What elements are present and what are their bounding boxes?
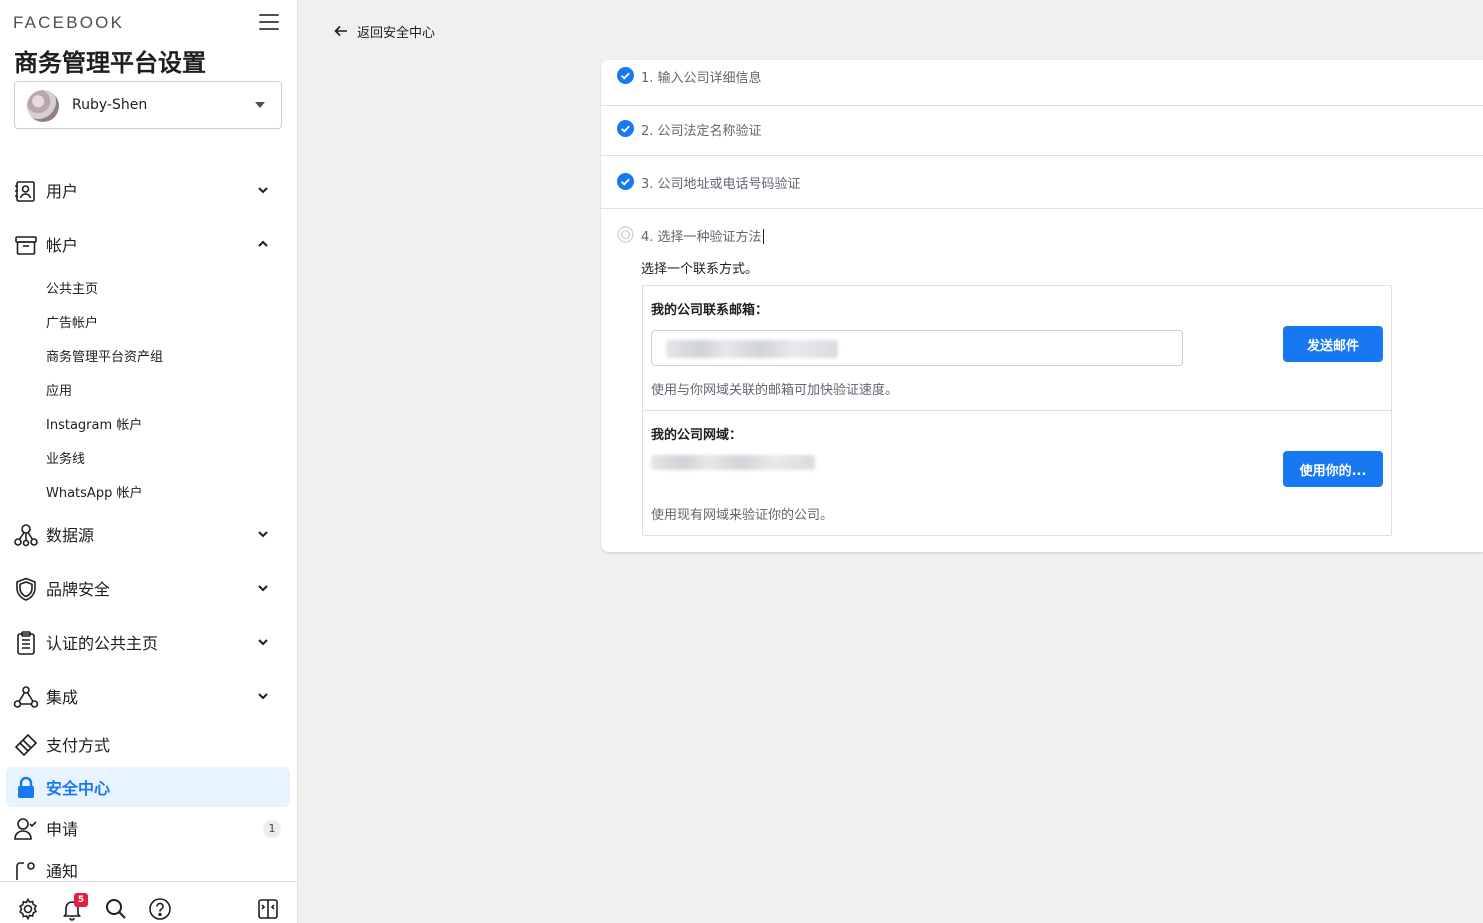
chevron-down-icon xyxy=(256,581,270,595)
step-address-phone[interactable]: 3. 公司地址或电话号码验证 xyxy=(601,156,1483,209)
page-title: 商务管理平台设置 xyxy=(14,43,206,78)
email-field[interactable] xyxy=(651,330,1183,366)
hamburger-menu-icon[interactable] xyxy=(259,14,279,31)
check-circle-icon xyxy=(617,120,634,137)
account-name: Ruby-Shen xyxy=(72,97,147,113)
use-your-domain-button[interactable]: 使用你的... xyxy=(1283,451,1383,487)
step-label: 2. 公司法定名称验证 xyxy=(641,120,762,139)
sidebar-subitem-lines-of-business[interactable]: 业务线 xyxy=(46,448,85,467)
sidebar-item-requests[interactable]: 申请 1 xyxy=(6,808,290,848)
verification-steps-card: 1. 输入公司详细信息 2. 公司法定名称验证 3. 公司地址或电话号码验证 4… xyxy=(601,60,1483,552)
chevron-up-icon xyxy=(256,237,270,251)
toggle-panel-icon[interactable] xyxy=(256,897,280,921)
step-label: 1. 输入公司详细信息 xyxy=(641,67,762,86)
users-icon xyxy=(13,178,39,204)
integrations-icon xyxy=(13,684,39,710)
check-circle-icon xyxy=(617,67,634,84)
domain-option-title: 我的公司网域： xyxy=(651,424,742,443)
registrations-icon xyxy=(13,630,39,656)
sidebar-item-registrations[interactable]: 认证的公共主页 xyxy=(6,622,290,662)
sidebar-item-label: 认证的公共主页 xyxy=(46,630,158,654)
chevron-down-icon xyxy=(256,689,270,703)
step-legal-name[interactable]: 2. 公司法定名称验证 xyxy=(601,103,1483,156)
sidebar-item-payment-methods[interactable]: 支付方式 xyxy=(6,724,290,764)
radio-pending-icon xyxy=(617,226,634,243)
caret-down-icon xyxy=(255,102,265,108)
business-account-selector[interactable]: Ruby-Shen xyxy=(14,81,282,129)
domain-option-hint: 使用现有网域来验证你的公司。 xyxy=(651,504,833,523)
sidebar-bottom-toolbar: 5 xyxy=(0,881,298,923)
step-label: 3. 公司地址或电话号码验证 xyxy=(641,173,801,192)
sidebar-item-label: 通知 xyxy=(46,858,78,882)
facebook-logo: FACEBOOK xyxy=(13,13,124,33)
send-email-button[interactable]: 发送邮件 xyxy=(1283,326,1383,362)
accounts-icon xyxy=(13,232,39,258)
redacted-domain xyxy=(651,455,815,470)
sidebar-subitem-pages[interactable]: 公共主页 xyxy=(46,278,98,297)
requests-icon xyxy=(13,816,39,842)
sidebar-item-label: 申请 xyxy=(46,816,78,840)
sidebar-item-label: 数据源 xyxy=(46,522,94,546)
arrow-left-icon xyxy=(334,24,348,38)
back-link-label: 返回安全中心 xyxy=(357,22,435,41)
sidebar-item-security-center[interactable]: 安全中心 xyxy=(6,767,290,807)
redacted-email xyxy=(666,340,838,358)
payment-icon xyxy=(13,732,39,758)
sidebar-item-label: 用户 xyxy=(46,178,78,202)
sidebar-subitem-instagram[interactable]: Instagram 帐户 xyxy=(46,414,142,433)
help-icon[interactable] xyxy=(148,897,172,921)
email-option-title: 我的公司联系邮箱： xyxy=(651,299,768,318)
sidebar-item-label: 品牌安全 xyxy=(46,576,110,600)
step-verification-method-label: 4. 选择一种验证方法 xyxy=(641,226,764,245)
sidebar-item-users[interactable]: 用户 xyxy=(6,170,290,210)
sidebar-item-label: 帐户 xyxy=(46,232,78,256)
sidebar: FACEBOOK 商务管理平台设置 Ruby-Shen 用户 帐户 公共主页 广… xyxy=(0,0,298,923)
search-icon[interactable] xyxy=(104,897,128,921)
chevron-down-icon xyxy=(256,183,270,197)
check-circle-icon xyxy=(617,173,634,190)
step-company-details[interactable]: 1. 输入公司详细信息 xyxy=(601,60,1483,106)
sidebar-subitem-ad-accounts[interactable]: 广告帐户 xyxy=(46,312,98,331)
options-divider xyxy=(643,410,1391,411)
email-option-hint: 使用与你网域关联的邮箱可加快验证速度。 xyxy=(651,379,898,398)
sidebar-item-accounts[interactable]: 帐户 xyxy=(6,224,290,264)
contact-options-box: 我的公司联系邮箱： 发送邮件 使用与你网域关联的邮箱可加快验证速度。 我的公司网… xyxy=(642,285,1392,536)
sidebar-item-data-sources[interactable]: 数据源 xyxy=(6,514,290,554)
sidebar-item-brand-safety[interactable]: 品牌安全 xyxy=(6,568,290,608)
sidebar-item-label: 安全中心 xyxy=(46,775,110,799)
sidebar-subitem-apps[interactable]: 应用 xyxy=(46,380,72,399)
notification-count-badge: 5 xyxy=(74,893,88,907)
chevron-down-icon xyxy=(256,635,270,649)
choose-contact-text: 选择一个联系方式。 xyxy=(641,258,758,277)
sidebar-item-label: 集成 xyxy=(46,684,78,708)
sidebar-item-integrations[interactable]: 集成 xyxy=(6,676,290,716)
sidebar-subitem-whatsapp[interactable]: WhatsApp 帐户 xyxy=(46,482,142,501)
brand-safety-icon xyxy=(13,576,39,602)
sidebar-item-label: 支付方式 xyxy=(46,732,110,756)
chevron-down-icon xyxy=(256,527,270,541)
avatar xyxy=(27,90,59,122)
requests-count-badge: 1 xyxy=(263,820,281,838)
gear-icon[interactable] xyxy=(16,897,40,921)
data-sources-icon xyxy=(13,522,39,548)
sidebar-subitem-asset-groups[interactable]: 商务管理平台资产组 xyxy=(46,346,163,365)
lock-icon xyxy=(13,775,39,801)
back-to-security-center-link[interactable]: 返回安全中心 xyxy=(334,21,435,41)
